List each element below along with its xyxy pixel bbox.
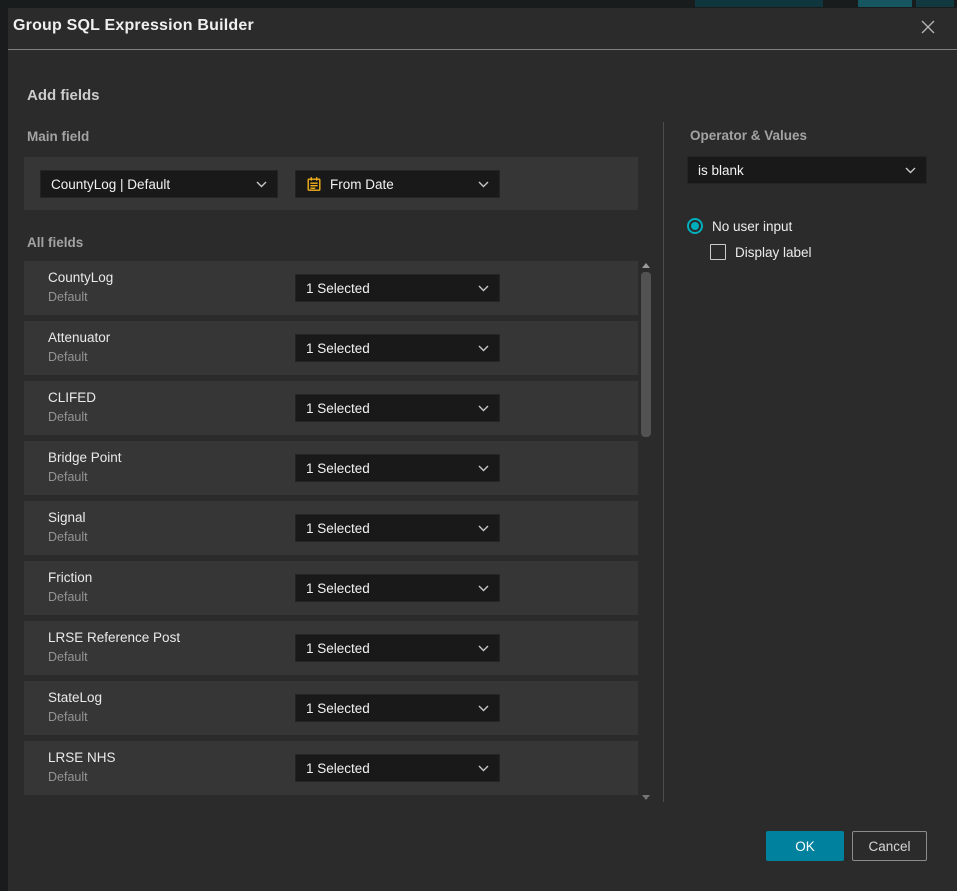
field-selection-value: 1 Selected [306,581,370,596]
field-selection-select[interactable]: 1 Selected [295,334,500,362]
field-name: Attenuator [48,330,110,345]
group-sql-expression-builder-screen: Group SQL Expression Builder Add fields … [0,0,957,891]
field-selection-select[interactable]: 1 Selected [295,634,500,662]
field-name: Friction [48,570,92,585]
field-row: Bridge Point Default 1 Selected [24,441,638,495]
chevron-down-icon [478,465,489,472]
chevron-down-icon [478,705,489,712]
field-row: Friction Default 1 Selected [24,561,638,615]
field-selection-select[interactable]: 1 Selected [295,454,500,482]
field-subtitle: Default [48,650,88,664]
field-selection-select[interactable]: 1 Selected [295,694,500,722]
field-row: LRSE Reference Post Default 1 Selected [24,621,638,675]
no-user-input-label: No user input [712,219,792,234]
field-name: LRSE Reference Post [48,630,180,645]
add-fields-heading: Add fields [27,87,100,104]
field-row: CLIFED Default 1 Selected [24,381,638,435]
background-app-remnant [916,0,954,7]
all-fields-list: CountyLog Default 1 Selected Attenuator … [24,261,638,801]
field-row: Signal Default 1 Selected [24,501,638,555]
scrollbar-up-arrow[interactable] [642,263,650,268]
close-button[interactable] [914,16,942,42]
field-selection-value: 1 Selected [306,641,370,656]
field-subtitle: Default [48,590,88,604]
field-selection-value: 1 Selected [306,761,370,776]
field-name: StateLog [48,690,102,705]
field-name: LRSE NHS [48,750,116,765]
field-subtitle: Default [48,470,88,484]
scrollbar-thumb[interactable] [641,272,651,437]
background-app-remnant [695,0,823,7]
all-fields-label: All fields [27,235,83,250]
chevron-down-icon [478,345,489,352]
chevron-down-icon [478,405,489,412]
titlebar-divider [8,49,957,50]
field-selection-value: 1 Selected [306,521,370,536]
cancel-button[interactable]: Cancel [852,831,927,861]
field-subtitle: Default [48,410,88,424]
field-subtitle: Default [48,530,88,544]
chevron-down-icon [478,645,489,652]
background-app-strip [0,0,957,8]
field-selection-select[interactable]: 1 Selected [295,514,500,542]
display-label-text: Display label [735,245,812,260]
field-subtitle: Default [48,350,88,364]
radio-selected-icon [687,218,703,234]
field-selection-select[interactable]: 1 Selected [295,394,500,422]
field-name: CountyLog [48,270,113,285]
field-selection-value: 1 Selected [306,461,370,476]
no-user-input-radio[interactable]: No user input [687,218,792,234]
close-icon [919,18,937,41]
chevron-down-icon [478,765,489,772]
field-selection-value: 1 Selected [306,701,370,716]
scrollbar-down-arrow[interactable] [642,795,650,800]
display-label-checkbox[interactable]: Display label [710,244,812,260]
chevron-down-icon [478,285,489,292]
main-field-label: Main field [27,129,89,144]
field-selection-value: 1 Selected [306,341,370,356]
chevron-down-icon [478,585,489,592]
main-layer-select-value: CountyLog | Default [51,177,170,192]
calendar-date-icon [306,176,322,192]
field-selection-select[interactable]: 1 Selected [295,274,500,302]
background-app-remnant [858,0,912,7]
field-subtitle: Default [48,710,88,724]
main-field-select[interactable]: From Date [295,170,500,198]
main-field-select-value: From Date [330,177,394,192]
main-layer-select[interactable]: CountyLog | Default [40,170,278,198]
field-name: Signal [48,510,86,525]
dialog-title: Group SQL Expression Builder [13,17,254,35]
field-name: Bridge Point [48,450,122,465]
field-row: LRSE NHS Default 1 Selected [24,741,638,795]
main-field-panel: CountyLog | Default From Date [24,157,638,210]
field-row: Attenuator Default 1 Selected [24,321,638,375]
field-subtitle: Default [48,770,88,784]
chevron-down-icon [905,167,916,174]
field-name: CLIFED [48,390,96,405]
chevron-down-icon [256,181,267,188]
operator-values-heading: Operator & Values [690,128,807,143]
field-selection-value: 1 Selected [306,401,370,416]
operator-select[interactable]: is blank [687,156,927,184]
field-row: StateLog Default 1 Selected [24,681,638,735]
operator-select-value: is blank [698,163,744,178]
chevron-down-icon [478,525,489,532]
chevron-down-icon [478,181,489,188]
field-selection-select[interactable]: 1 Selected [295,574,500,602]
ok-button[interactable]: OK [766,831,844,861]
field-selection-value: 1 Selected [306,281,370,296]
panel-divider [663,122,664,802]
field-row: CountyLog Default 1 Selected [24,261,638,315]
field-selection-select[interactable]: 1 Selected [295,754,500,782]
checkbox-unchecked-icon [710,244,726,260]
field-subtitle: Default [48,290,88,304]
